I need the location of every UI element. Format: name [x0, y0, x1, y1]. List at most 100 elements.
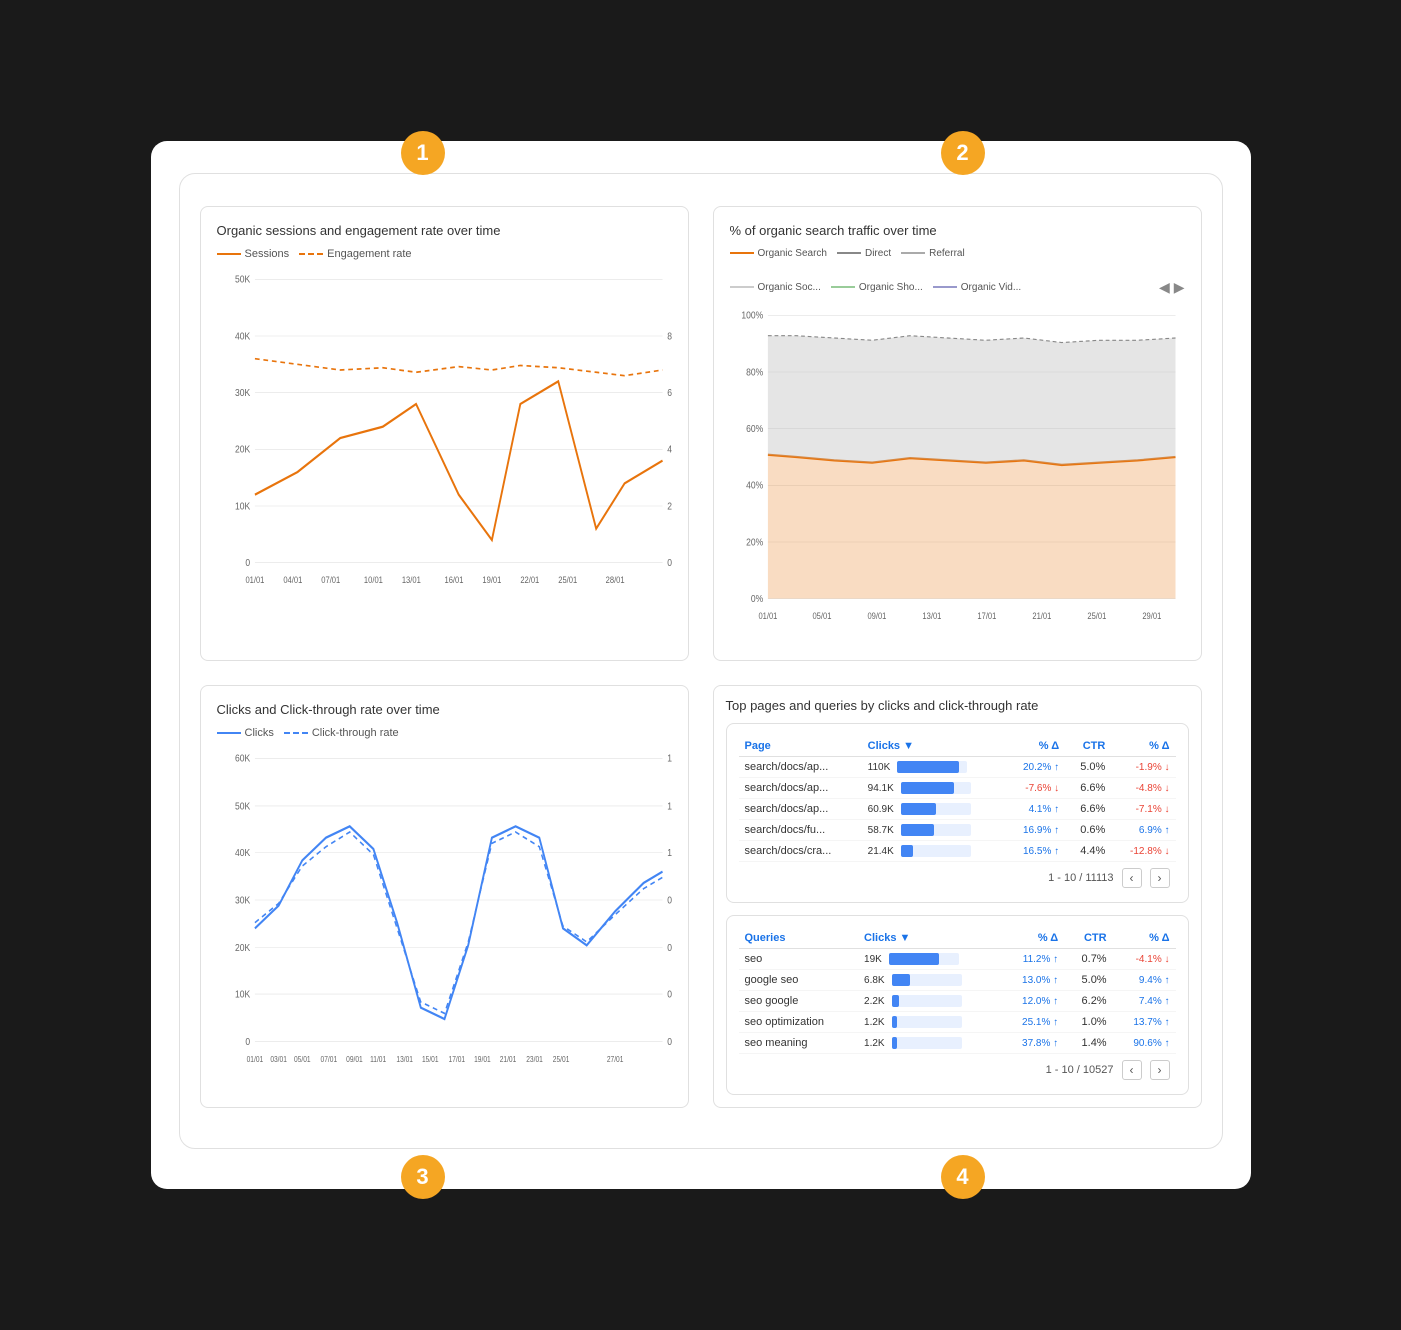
chart2-prev-btn[interactable]: ◀ [1159, 279, 1170, 296]
cell-pct-delta: 16.9% ↑ [1005, 819, 1065, 840]
svg-text:22/01: 22/01 [520, 574, 539, 585]
cell-clicks: 1.2K [858, 1012, 1001, 1033]
svg-text:11/01: 11/01 [370, 1054, 386, 1064]
th-pct-delta2: % Δ [1001, 928, 1064, 949]
svg-text:100%: 100% [741, 309, 763, 321]
svg-text:01/01: 01/01 [758, 610, 777, 621]
th-clicks2[interactable]: Clicks ▼ [858, 928, 1001, 949]
chart3-title: Clicks and Click-through rate over time [217, 702, 672, 717]
cell-ctr: 1.4% [1064, 1033, 1112, 1054]
table2-section: Queries Clicks ▼ % Δ CTR % Δ seo19K 11.2… [726, 915, 1189, 1095]
table1-next-btn[interactable]: › [1150, 868, 1170, 888]
badge-3: 3 [401, 1155, 445, 1199]
referral-icon [901, 252, 925, 254]
chart1-legend-engagement: Engagement rate [299, 248, 411, 260]
svg-text:17/01: 17/01 [448, 1054, 465, 1064]
chart1-legend: Sessions Engagement rate [217, 248, 672, 260]
cell-page: search/docs/ap... [739, 777, 862, 798]
legend-organic-vid: Organic Vid... [933, 279, 1021, 296]
svg-text:05/01: 05/01 [294, 1054, 311, 1064]
th-clicks[interactable]: Clicks ▼ [862, 736, 1006, 757]
table1-prev-btn[interactable]: ‹ [1122, 868, 1142, 888]
chart1-title: Organic sessions and engagement rate ove… [217, 223, 672, 238]
cell-ctr: 0.6% [1065, 819, 1111, 840]
table-row: seo19K 11.2% ↑0.7%-4.1% ↓ [739, 949, 1176, 970]
svg-text:21/01: 21/01 [499, 1054, 516, 1064]
chart1-card: Organic sessions and engagement rate ove… [200, 206, 689, 661]
chart3-card: Clicks and Click-through rate over time … [200, 685, 689, 1109]
svg-text:0.25%: 0.25% [667, 987, 672, 999]
svg-text:07/01: 07/01 [320, 1054, 337, 1064]
svg-text:27/01: 27/01 [606, 1054, 623, 1064]
svg-text:10K: 10K [235, 499, 251, 511]
svg-text:40K: 40K [235, 329, 251, 341]
cell-ctr: 4.4% [1065, 840, 1111, 861]
table-row: google seo6.8K 13.0% ↑5.0%9.4% ↑ [739, 970, 1176, 991]
svg-text:01/01: 01/01 [246, 1054, 263, 1064]
cell-pct-delta: -7.6% ↓ [1005, 777, 1065, 798]
th-ctr: CTR [1065, 736, 1111, 757]
cell-page: search/docs/ap... [739, 756, 862, 777]
svg-text:29/01: 29/01 [1142, 610, 1161, 621]
svg-text:07/01: 07/01 [321, 574, 340, 585]
tables-title: Top pages and queries by clicks and clic… [726, 698, 1189, 713]
cell-ctr-delta: 6.9% ↑ [1111, 819, 1175, 840]
cell-page: seo [739, 949, 859, 970]
svg-text:04/01: 04/01 [283, 574, 302, 585]
cell-ctr: 6.6% [1065, 777, 1111, 798]
svg-text:60%: 60% [667, 386, 672, 398]
th-ctr-delta2: % Δ [1113, 928, 1176, 949]
table-row: search/docs/ap...110K 20.2% ↑5.0%-1.9% ↓ [739, 756, 1176, 777]
organic-search-icon [730, 252, 754, 254]
direct-icon [837, 252, 861, 254]
svg-text:15/01: 15/01 [421, 1054, 438, 1064]
table-row: search/docs/ap...60.9K 4.1% ↑6.6%-7.1% ↓ [739, 798, 1176, 819]
svg-text:0: 0 [245, 556, 250, 568]
cell-clicks: 21.4K [862, 840, 1006, 861]
table-row: seo meaning1.2K 37.8% ↑1.4%90.6% ↑ [739, 1033, 1176, 1054]
cell-ctr-delta: -1.9% ↓ [1111, 756, 1175, 777]
svg-text:19/01: 19/01 [482, 574, 501, 585]
table1-pagination: 1 - 10 / 11113 ‹ › [739, 862, 1176, 890]
cell-clicks: 19K [858, 949, 1001, 970]
chart2-svg: 0% 20% 40% 60% 80% 100% 01/01 [730, 304, 1185, 644]
chart2-next-btn[interactable]: ▶ [1174, 279, 1185, 296]
chart3-area: 0 10K 20K 30K 40K 50K 60K 0% 0.25% 0.5% … [217, 747, 672, 1087]
th-pct-delta1: % Δ [1005, 736, 1065, 757]
cell-ctr: 6.6% [1065, 798, 1111, 819]
cell-ctr-delta: -12.8% ↓ [1111, 840, 1175, 861]
svg-text:10/01: 10/01 [363, 574, 382, 585]
svg-text:30K: 30K [235, 386, 251, 398]
cell-ctr: 0.7% [1064, 949, 1112, 970]
svg-text:03/01: 03/01 [270, 1054, 287, 1064]
legend-organic-sho: Organic Sho... [831, 279, 923, 296]
cell-ctr-delta: -4.1% ↓ [1113, 949, 1176, 970]
cell-ctr: 5.0% [1065, 756, 1111, 777]
cell-page: seo optimization [739, 1012, 859, 1033]
svg-text:0%: 0% [667, 1035, 672, 1047]
cell-pct-delta: 20.2% ↑ [1005, 756, 1065, 777]
chart3-svg: 0 10K 20K 30K 40K 50K 60K 0% 0.25% 0.5% … [217, 747, 672, 1087]
cell-pct-delta: 16.5% ↑ [1005, 840, 1065, 861]
ctr-dashed-icon [284, 732, 308, 734]
table2-next-btn[interactable]: › [1150, 1060, 1170, 1080]
cell-ctr: 1.0% [1064, 1012, 1112, 1033]
svg-text:17/01: 17/01 [977, 610, 996, 621]
cell-clicks: 94.1K [862, 777, 1006, 798]
svg-text:25/01: 25/01 [1087, 610, 1106, 621]
table2-prev-btn[interactable]: ‹ [1122, 1060, 1142, 1080]
chart3-legend-ctr: Click-through rate [284, 727, 399, 739]
table2-pagination: 1 - 10 / 10527 ‹ › [739, 1054, 1176, 1082]
cell-clicks: 60.9K [862, 798, 1006, 819]
svg-text:13/01: 13/01 [401, 574, 420, 585]
table2: Queries Clicks ▼ % Δ CTR % Δ seo19K 11.2… [739, 928, 1176, 1054]
cell-clicks: 1.2K [858, 1033, 1001, 1054]
svg-text:13/01: 13/01 [922, 610, 941, 621]
organic-sho-icon [831, 286, 855, 288]
svg-text:40%: 40% [667, 443, 672, 455]
table-row: seo optimization1.2K 25.1% ↑1.0%13.7% ↑ [739, 1012, 1176, 1033]
cell-pct-delta: 13.0% ↑ [1001, 970, 1064, 991]
table-row: search/docs/ap...94.1K -7.6% ↓6.6%-4.8% … [739, 777, 1176, 798]
cell-pct-delta: 11.2% ↑ [1001, 949, 1064, 970]
tables-card: Top pages and queries by clicks and clic… [713, 685, 1202, 1109]
